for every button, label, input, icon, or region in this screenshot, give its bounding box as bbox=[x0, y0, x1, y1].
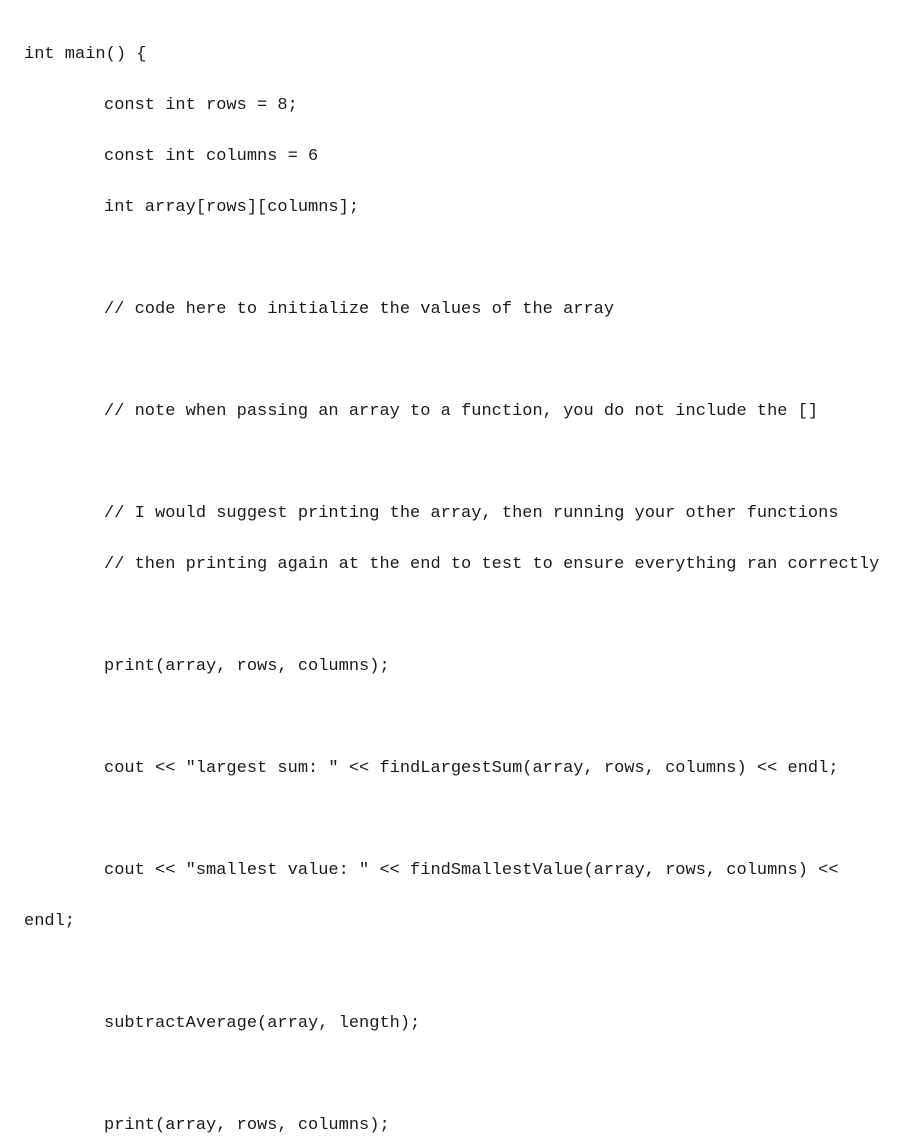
code-line: cout << "largest sum: " << findLargestSu… bbox=[24, 756, 884, 782]
code-line: print(array, rows, columns); bbox=[24, 1113, 884, 1139]
code-line-blank bbox=[24, 348, 884, 374]
code-comment: // I would suggest printing the array, t… bbox=[24, 501, 884, 527]
code-line: print(array, rows, columns); bbox=[24, 654, 884, 680]
code-line: int main() { bbox=[24, 42, 884, 68]
code-line-blank bbox=[24, 1062, 884, 1088]
code-line-blank bbox=[24, 807, 884, 833]
code-line: int array[rows][columns]; bbox=[24, 195, 884, 221]
code-line-blank bbox=[24, 705, 884, 731]
code-comment: // code here to initialize the values of… bbox=[24, 297, 884, 323]
code-line: cout << "smallest value: " << findSmalle… bbox=[24, 858, 884, 884]
code-line: const int rows = 8; bbox=[24, 93, 884, 119]
code-line: subtractAverage(array, length); bbox=[24, 1011, 884, 1037]
code-line-blank bbox=[24, 960, 884, 986]
code-line-blank bbox=[24, 246, 884, 272]
code-line: const int columns = 6 bbox=[24, 144, 884, 170]
code-block: int main() { const int rows = 8; const i… bbox=[24, 16, 884, 1148]
code-line-blank bbox=[24, 450, 884, 476]
code-comment: // note when passing an array to a funct… bbox=[24, 399, 884, 425]
code-comment: // then printing again at the end to tes… bbox=[24, 552, 884, 578]
code-line-wrap: endl; bbox=[24, 909, 884, 935]
code-line-blank bbox=[24, 603, 884, 629]
